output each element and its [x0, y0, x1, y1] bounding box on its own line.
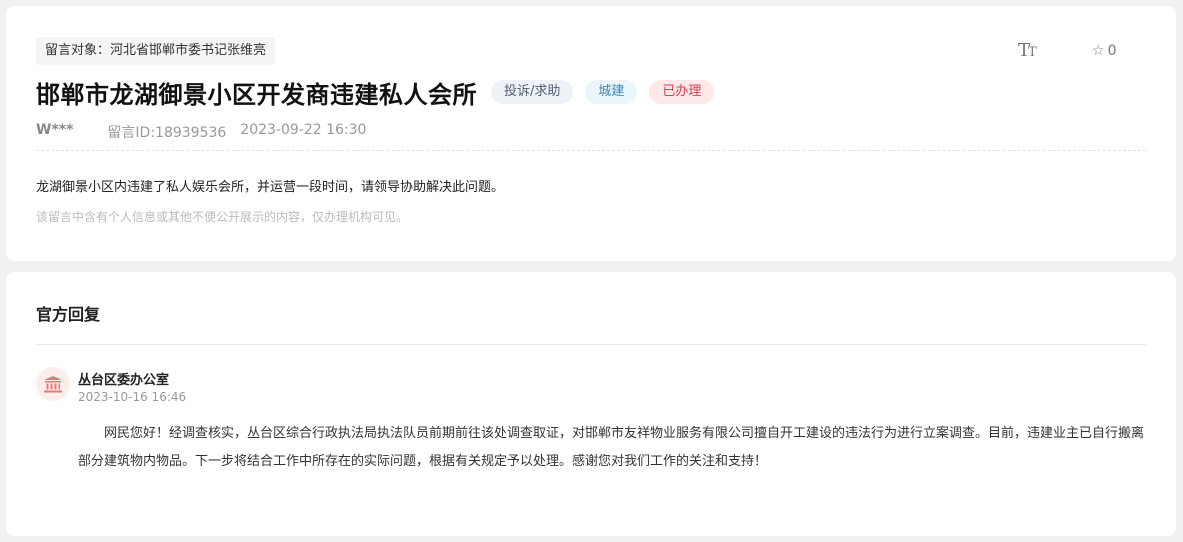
official-reply-card: 官方回复 丛台区委办公室 2023-10-16 16:46 网民您好！经调查核实… [6, 272, 1176, 536]
star-icon: ☆ [1092, 43, 1105, 59]
privacy-note: 该留言中含有个人信息或其他不便公开展示的内容，仅办理机构可见。 [36, 210, 409, 224]
divider [36, 344, 1146, 345]
message-card: 留言对象：河北省邯郸市委书记张维亮 TT ☆ 0 邯郸市龙湖御景小区开发商违建私人… [6, 6, 1176, 261]
tag-type: 投诉/求助 [491, 80, 574, 104]
favorite-count: 0 [1107, 43, 1117, 59]
section-title: 官方回复 [36, 305, 101, 324]
title-row: 邯郸市龙湖御景小区开发商违建私人会所 投诉/求助 城建 已办理 [36, 75, 715, 109]
message-datetime: 2023-09-22 16:30 [240, 122, 367, 138]
message-target-label: 留言对象： [45, 43, 111, 58]
message-target: 留言对象：河北省邯郸市委书记张维亮 [36, 37, 276, 65]
reply-body: 网民您好！经调查核实，丛台区综合行政执法局执法队员前期前往该处调查取证，对邯郸市… [78, 426, 1145, 469]
divider [36, 150, 1146, 151]
status-badge: 已办理 [649, 80, 715, 104]
reply-datetime: 2023-10-16 16:46 [78, 390, 187, 404]
message-meta: W*** 留言ID:18939536 2023-09-22 16:30 [36, 122, 366, 142]
page-title: 邯郸市龙湖御景小区开发商违建私人会所 [36, 80, 477, 109]
message-id: 留言ID:18939536 [107, 125, 227, 141]
government-building-icon [36, 367, 70, 401]
tag-category: 城建 [585, 80, 638, 104]
message-content: 龙湖御景小区内违建了私人娱乐会所，并运营一段时间，请领导协助解决此问题。 [36, 180, 505, 195]
reply-org-name: 丛台区委办公室 [78, 373, 170, 388]
message-target-value: 河北省邯郸市委书记张维亮 [110, 43, 267, 58]
favorite-button[interactable]: ☆ 0 [1092, 43, 1116, 59]
message-author: W*** [36, 122, 74, 138]
text-size-icon[interactable]: TT [1018, 40, 1037, 61]
